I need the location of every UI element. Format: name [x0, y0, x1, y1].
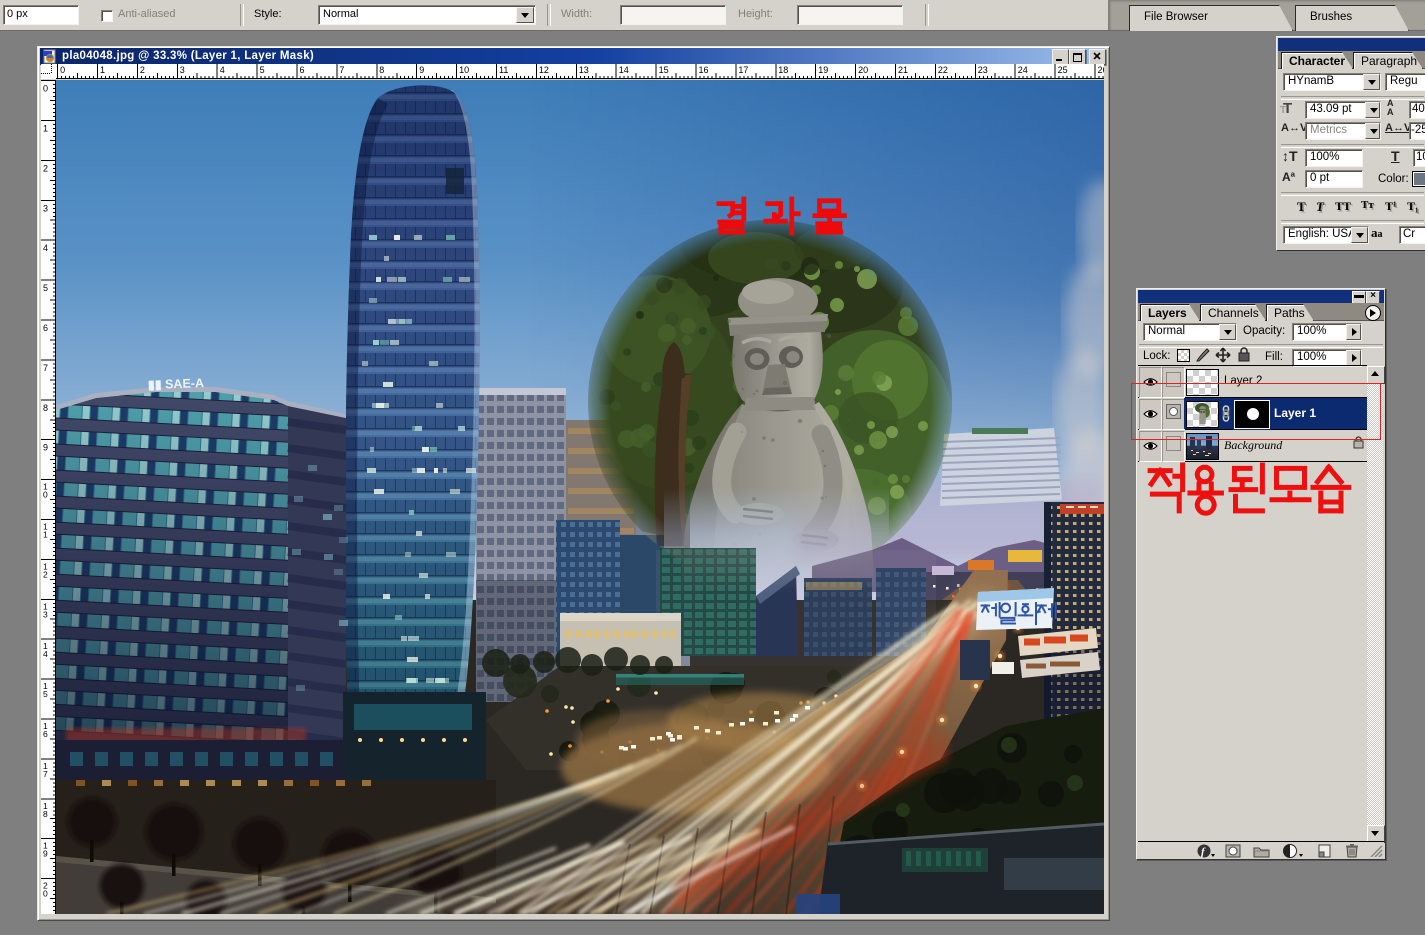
svg-text:2: 2 — [43, 569, 48, 579]
svg-text:5: 5 — [43, 283, 48, 293]
svg-text:9: 9 — [43, 443, 48, 453]
svg-text:19: 19 — [818, 65, 828, 75]
svg-text:23: 23 — [978, 65, 988, 75]
svg-text:15: 15 — [659, 65, 669, 75]
svg-text:8: 8 — [379, 65, 384, 75]
svg-text:12: 12 — [539, 65, 549, 75]
svg-text:5: 5 — [43, 689, 48, 699]
svg-text:18: 18 — [778, 65, 788, 75]
svg-text:20: 20 — [858, 65, 868, 75]
svg-text:1: 1 — [43, 124, 48, 134]
svg-text:10: 10 — [459, 65, 469, 75]
svg-text:▮▮ SAE-A: ▮▮ SAE-A — [148, 376, 205, 392]
svg-text:3: 3 — [180, 65, 185, 75]
svg-text:6: 6 — [43, 323, 48, 333]
svg-text:24: 24 — [1018, 65, 1028, 75]
svg-text:21: 21 — [898, 65, 908, 75]
svg-text:16: 16 — [699, 65, 709, 75]
svg-text:1: 1 — [100, 65, 105, 75]
svg-text:11: 11 — [499, 65, 508, 75]
svg-text:0: 0 — [43, 490, 48, 500]
svg-text:6: 6 — [300, 65, 305, 75]
svg-text:7: 7 — [339, 65, 344, 75]
svg-text:9: 9 — [419, 65, 424, 75]
svg-text:9: 9 — [43, 849, 48, 859]
svg-text:7: 7 — [43, 363, 48, 373]
svg-text:26: 26 — [1098, 65, 1105, 75]
svg-text:3: 3 — [43, 609, 48, 619]
svg-text:5: 5 — [260, 65, 265, 75]
svg-text:4: 4 — [220, 65, 225, 75]
svg-text:2: 2 — [43, 163, 48, 173]
svg-text:3: 3 — [43, 203, 48, 213]
svg-text:7: 7 — [43, 769, 48, 779]
svg-text:1: 1 — [43, 530, 48, 540]
svg-text:0: 0 — [43, 889, 48, 899]
svg-text:2: 2 — [140, 65, 145, 75]
svg-text:25: 25 — [1058, 65, 1068, 75]
svg-text:4: 4 — [43, 649, 48, 659]
svg-text:22: 22 — [938, 65, 948, 75]
svg-text:8: 8 — [43, 403, 48, 413]
svg-text:8: 8 — [43, 809, 48, 819]
svg-text:4: 4 — [43, 243, 48, 253]
svg-text:0: 0 — [43, 84, 48, 94]
svg-text:0: 0 — [60, 65, 65, 75]
svg-text:17: 17 — [738, 65, 748, 75]
svg-text:13: 13 — [579, 65, 589, 75]
svg-text:14: 14 — [619, 65, 629, 75]
svg-text:6: 6 — [43, 729, 48, 739]
